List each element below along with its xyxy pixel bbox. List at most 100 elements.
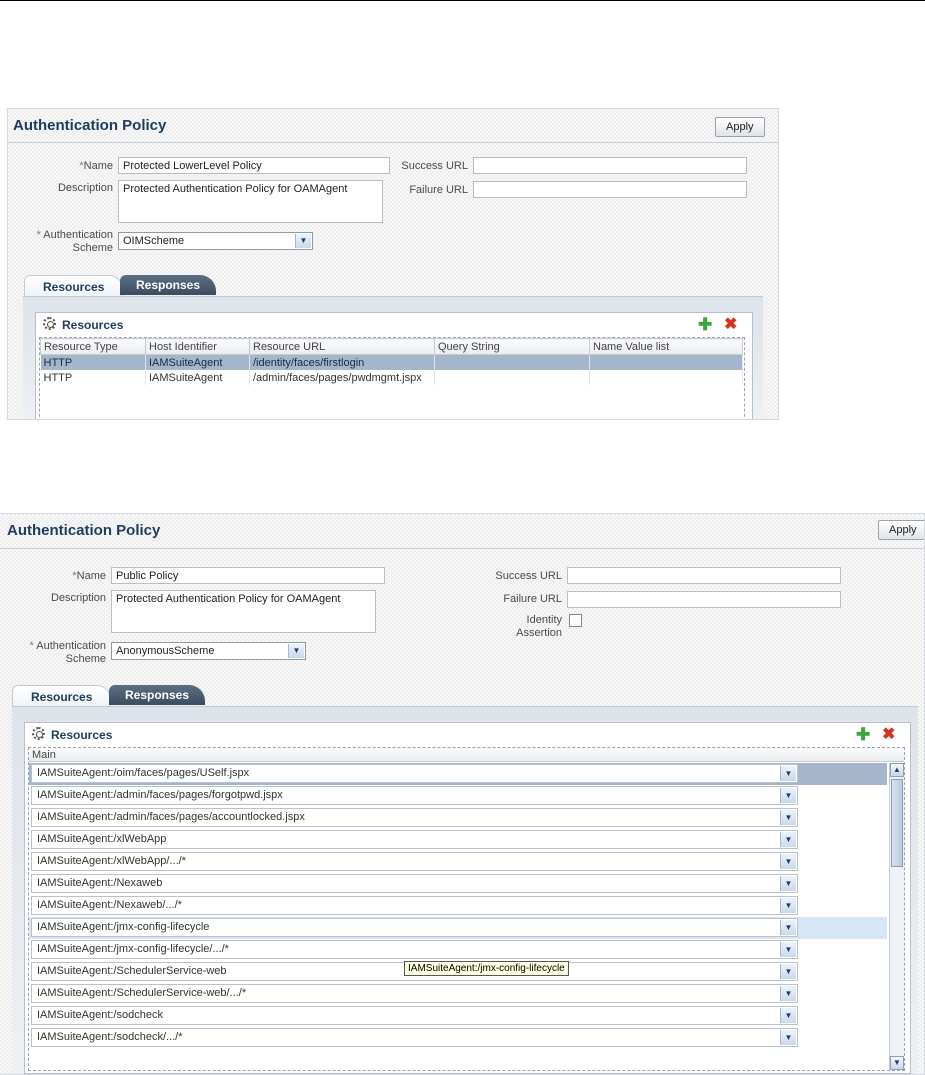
- auth-scheme-label: * Authentication Scheme: [18, 229, 113, 255]
- chevron-down-icon[interactable]: ▼: [780, 964, 796, 979]
- table-cell: HTTP: [40, 354, 146, 370]
- resource-select[interactable]: IAMSuiteAgent:/oim/faces/pages/USelf.jsp…: [31, 764, 798, 783]
- tab-resources[interactable]: Resources: [12, 685, 112, 708]
- resources-grid: Resource Type Host Identifier Resource U…: [39, 337, 745, 419]
- tab-responses[interactable]: Responses: [120, 275, 217, 295]
- resource-select[interactable]: IAMSuiteAgent:/admin/faces/pages/account…: [31, 808, 798, 827]
- chevron-down-icon[interactable]: ▼: [780, 854, 796, 869]
- chevron-down-icon[interactable]: ▼: [295, 234, 311, 248]
- panel-header: Authentication Policy Apply: [8, 109, 778, 143]
- chevron-down-icon[interactable]: ▼: [780, 766, 796, 781]
- scroll-down-button[interactable]: ▼: [890, 1056, 904, 1070]
- apply-button[interactable]: Apply: [715, 117, 765, 137]
- table-cell: IAMSuiteAgent: [145, 370, 250, 385]
- auth-scheme-value: OIMScheme: [123, 235, 185, 247]
- resource-value: IAMSuiteAgent:/sodcheck: [37, 1009, 163, 1021]
- resource-value: IAMSuiteAgent:/Nexaweb/.../*: [37, 899, 182, 911]
- description-field[interactable]: Protected Authentication Policy for OAMA…: [118, 180, 383, 223]
- panel-header: Authentication Policy Apply: [0, 514, 924, 549]
- resource-select[interactable]: IAMSuiteAgent:/xlWebApp/.../* ▼: [31, 852, 798, 871]
- identity-assertion-label-line2: Assertion: [516, 627, 562, 639]
- success-url-label: Success URL: [495, 570, 562, 582]
- chevron-down-icon[interactable]: ▼: [780, 832, 796, 847]
- auth-scheme-select[interactable]: OIMScheme ▼: [118, 232, 313, 250]
- resource-select[interactable]: IAMSuiteAgent:/jmx-config-lifecycle/.../…: [31, 940, 798, 959]
- resources-box: Resources ✚ ✖ Main IAMSuiteAgent:/oim/fa…: [24, 722, 911, 1074]
- resource-value: IAMSuiteAgent:/SchedulerService-web/.../…: [37, 987, 247, 999]
- chevron-down-icon[interactable]: ▼: [780, 986, 796, 1001]
- name-label: *Name: [40, 570, 106, 583]
- resource-rows: IAMSuiteAgent:/oim/faces/pages/USelf.jsp…: [29, 763, 889, 1071]
- success-url-field[interactable]: [567, 567, 841, 584]
- name-field[interactable]: Protected LowerLevel Policy: [118, 157, 390, 174]
- scroll-thumb[interactable]: [891, 779, 903, 867]
- resource-value: IAMSuiteAgent:/xlWebApp: [37, 833, 167, 845]
- identity-assertion-checkbox[interactable]: [569, 614, 582, 627]
- name-label-text: Name: [83, 160, 113, 172]
- resource-select[interactable]: IAMSuiteAgent:/Nexaweb ▼: [31, 874, 798, 893]
- resource-select[interactable]: IAMSuiteAgent:/Nexaweb/.../* ▼: [31, 896, 798, 915]
- resource-select[interactable]: IAMSuiteAgent:/sodcheck/.../* ▼: [31, 1028, 798, 1047]
- chevron-down-icon[interactable]: ▼: [780, 1008, 796, 1023]
- description-field[interactable]: Protected Authentication Policy for OAMA…: [111, 590, 376, 633]
- plus-icon[interactable]: ✚: [856, 726, 870, 743]
- resource-select[interactable]: IAMSuiteAgent:/admin/faces/pages/forgotp…: [31, 786, 798, 805]
- name-label: *Name: [48, 160, 113, 173]
- auth-scheme-select[interactable]: AnonymousScheme ▼: [111, 642, 306, 660]
- chevron-down-icon[interactable]: ▼: [780, 810, 796, 825]
- tab-resources[interactable]: Resources: [24, 275, 124, 298]
- resource-select[interactable]: IAMSuiteAgent:/SchedulerService-web/.../…: [31, 984, 798, 1003]
- resource-value: IAMSuiteAgent:/oim/faces/pages/USelf.jsp…: [37, 767, 250, 779]
- table-cell: [589, 370, 743, 385]
- chevron-down-icon[interactable]: ▼: [780, 1030, 796, 1045]
- resources-title: Resources: [51, 728, 113, 742]
- tab-strip: Resources Responses: [8, 273, 778, 298]
- table-cell: [434, 370, 590, 385]
- auth-scheme-label-line2: Scheme: [65, 653, 106, 665]
- x-icon[interactable]: ✖: [882, 727, 895, 743]
- chevron-down-icon[interactable]: ▼: [780, 788, 796, 803]
- table-row[interactable]: HTTP IAMSuiteAgent /identity/faces/first…: [40, 354, 743, 370]
- resource-select[interactable]: IAMSuiteAgent:/sodcheck ▼: [31, 1006, 798, 1025]
- column-header[interactable]: Resource URL: [249, 338, 435, 355]
- apply-button[interactable]: Apply: [878, 520, 924, 540]
- resources-table: Resource Type Host Identifier Resource U…: [40, 338, 743, 385]
- resources-title: Resources: [62, 318, 124, 332]
- resource-select[interactable]: IAMSuiteAgent:/xlWebApp ▼: [31, 830, 798, 849]
- resource-value: IAMSuiteAgent:/SchedulerService-web: [37, 965, 227, 977]
- success-url-field[interactable]: [473, 157, 747, 174]
- auth-policy-panel-1: Authentication Policy Apply *Name Protec…: [7, 108, 779, 420]
- table-cell: [434, 354, 590, 370]
- column-header[interactable]: Name Value list: [589, 338, 743, 355]
- identity-assertion-label-line1: Identity: [526, 614, 562, 626]
- table-row[interactable]: HTTP IAMSuiteAgent /admin/faces/pages/pw…: [40, 370, 743, 385]
- resource-value: IAMSuiteAgent:/jmx-config-lifecycle: [37, 921, 210, 933]
- plus-icon[interactable]: ✚: [698, 316, 712, 333]
- failure-url-field[interactable]: [567, 591, 841, 608]
- chevron-down-icon[interactable]: ▼: [780, 898, 796, 913]
- column-header[interactable]: Main: [29, 748, 904, 762]
- column-header[interactable]: Resource Type: [40, 338, 146, 355]
- name-field[interactable]: Public Policy: [111, 567, 385, 584]
- column-header[interactable]: Host Identifier: [145, 338, 250, 355]
- failure-url-field[interactable]: [473, 181, 747, 198]
- tab-responses[interactable]: Responses: [109, 685, 206, 705]
- tooltip: IAMSuiteAgent:/jmx-config-lifecycle: [404, 961, 569, 976]
- description-label: Description: [50, 592, 106, 604]
- scroll-up-button[interactable]: ▲: [890, 763, 904, 777]
- column-header[interactable]: Query String: [434, 338, 590, 355]
- vertical-scrollbar[interactable]: ▲ ▼: [889, 763, 904, 1070]
- identity-assertion-label: Identity Assertion: [470, 614, 562, 640]
- chevron-down-icon[interactable]: ▼: [780, 876, 796, 891]
- resource-select[interactable]: IAMSuiteAgent:/jmx-config-lifecycle ▼: [31, 918, 798, 937]
- x-icon[interactable]: ✖: [724, 317, 737, 333]
- chevron-down-icon[interactable]: ▼: [780, 920, 796, 935]
- resource-value: IAMSuiteAgent:/admin/faces/pages/account…: [37, 811, 305, 823]
- chevron-down-icon[interactable]: ▼: [780, 942, 796, 957]
- auth-policy-panel-2: Authentication Policy Apply *Name Public…: [0, 513, 925, 1075]
- resources-grid: Main IAMSuiteAgent:/oim/faces/pages/USel…: [28, 747, 905, 1071]
- auth-scheme-label-line1: Authentication: [43, 229, 113, 241]
- table-header-row: Resource Type Host Identifier Resource U…: [40, 338, 743, 355]
- panel-title: Authentication Policy: [7, 522, 161, 539]
- chevron-down-icon[interactable]: ▼: [288, 644, 304, 658]
